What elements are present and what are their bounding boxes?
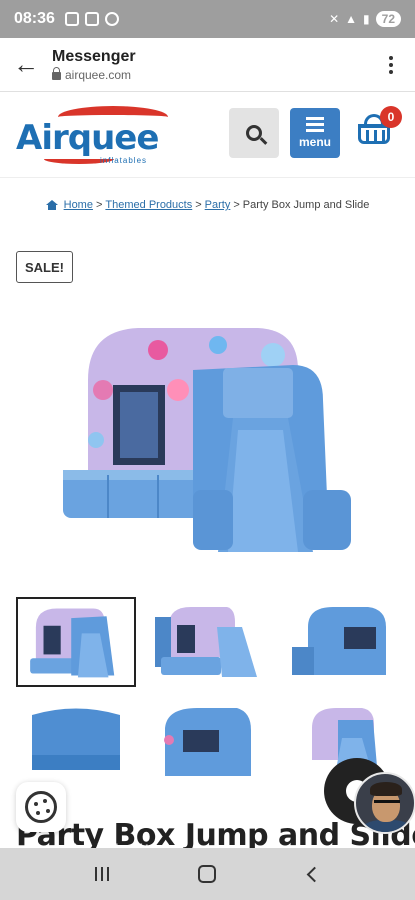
cart-button[interactable]: 0 xyxy=(356,106,402,154)
site-logo[interactable]: Airquee inflatables xyxy=(16,106,172,165)
screenshot-icon xyxy=(64,12,79,26)
sale-badge: SALE! xyxy=(16,251,73,283)
back-arrow-icon: ← xyxy=(13,49,39,79)
breadcrumb-separator: > xyxy=(95,199,103,211)
system-icons: ✕ ▲ ▮ 72 xyxy=(329,11,401,27)
cookie-settings-button[interactable] xyxy=(16,782,66,832)
status-bar: 08:36 ✕ ▲ ▮ 72 xyxy=(0,0,415,38)
home-button[interactable] xyxy=(197,865,216,883)
thumbnail-3[interactable] xyxy=(278,597,398,687)
breadcrumb-home[interactable]: Home xyxy=(64,199,93,211)
breadcrumb-separator: > xyxy=(233,199,240,211)
nav-back-button[interactable] xyxy=(307,866,323,882)
home-icon xyxy=(45,200,58,210)
logo-subtitle: inflatables xyxy=(100,156,148,165)
lock-icon xyxy=(52,67,61,80)
breadcrumb-party[interactable]: Party xyxy=(205,199,231,211)
app: 08:36 ✕ ▲ ▮ 72 ← Messenger airquee.com A… xyxy=(0,0,415,900)
cart-count-badge: 0 xyxy=(380,106,402,128)
browser-url[interactable]: airquee.com xyxy=(52,67,136,82)
back-button[interactable]: ← xyxy=(0,38,52,92)
browser-title: Messenger xyxy=(52,47,136,65)
menu-label: menu xyxy=(298,135,331,149)
system-nav-bar xyxy=(0,848,415,900)
breadcrumb-current: Party Box Jump and Slide xyxy=(242,199,370,211)
breadcrumb-separator: > xyxy=(195,199,202,211)
search-icon xyxy=(246,125,262,141)
recent-apps-button[interactable] xyxy=(94,867,109,881)
browser-titles: Messenger airquee.com xyxy=(52,48,136,82)
url-text: airquee.com xyxy=(65,67,132,82)
bluetooth-icon xyxy=(84,12,99,26)
mute-icon: ✕ xyxy=(329,12,340,26)
breadcrumb: Home > Themed Products > Party > Party B… xyxy=(0,199,415,211)
signal-icon: ▮ xyxy=(363,12,370,26)
chat-avatar[interactable] xyxy=(354,772,415,834)
thumbnail-2[interactable] xyxy=(147,597,267,687)
status-time: 08:36 xyxy=(14,10,55,27)
site-header: Airquee inflatables menu 0 xyxy=(0,92,415,178)
menu-button[interactable]: menu xyxy=(290,108,340,158)
thumbnail-1[interactable] xyxy=(16,597,136,687)
cart-icon xyxy=(358,124,390,144)
browser-header: ← Messenger airquee.com xyxy=(0,38,415,92)
cookie-icon xyxy=(25,791,57,823)
search-button[interactable] xyxy=(229,108,279,158)
logo-text: Airquee xyxy=(16,118,159,158)
menu-icon xyxy=(306,117,324,132)
thumbnail-5[interactable] xyxy=(147,700,267,790)
thumbnail-4[interactable] xyxy=(16,700,136,790)
messenger-icon xyxy=(104,12,119,26)
breadcrumb-themed-products[interactable]: Themed Products xyxy=(105,199,192,211)
main-product-image[interactable] xyxy=(58,320,358,560)
wifi-icon: ▲ xyxy=(345,12,358,26)
battery-indicator: 72 xyxy=(375,11,401,27)
notification-icons xyxy=(64,12,119,26)
more-vert-icon[interactable] xyxy=(389,55,393,74)
